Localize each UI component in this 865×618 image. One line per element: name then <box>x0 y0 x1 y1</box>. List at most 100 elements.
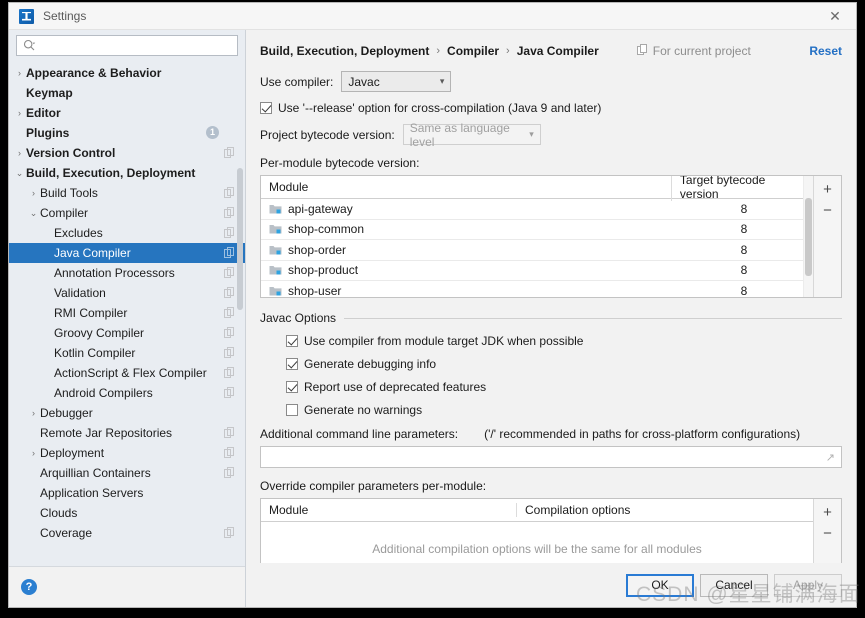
sidebar-scrollbar-thumb[interactable] <box>237 168 243 310</box>
use-compiler-select[interactable]: Javac ▾ <box>341 71 452 92</box>
sidebar-item-arquillian-containers[interactable]: Arquillian Containers <box>9 463 245 483</box>
add-module-button[interactable]: + <box>817 179 839 200</box>
table-row[interactable]: shop-user 8 <box>261 281 803 297</box>
table-row[interactable]: shop-product 8 <box>261 261 803 281</box>
project-bytecode-select[interactable]: Same as language level ▾ <box>402 121 541 149</box>
chevron-right-icon[interactable]: › <box>27 408 40 418</box>
sidebar-item-label: Compiler <box>40 206 89 220</box>
javac-option-row[interactable]: Use compiler from module target JDK when… <box>286 334 842 348</box>
chevron-right-icon[interactable]: › <box>13 148 26 158</box>
breadcrumb-item-1[interactable]: Compiler <box>447 44 499 58</box>
release-option-row[interactable]: Use '--release' option for cross-compila… <box>260 101 842 115</box>
copy-icon <box>636 44 648 58</box>
sidebar-item-validation[interactable]: Validation <box>9 283 245 303</box>
javac-option-label: Generate no warnings <box>304 403 423 417</box>
sidebar-item-rmi-compiler[interactable]: RMI Compiler <box>9 303 245 323</box>
sidebar-item-appearance-behavior[interactable]: › Appearance & Behavior <box>9 63 245 83</box>
javac-option-row[interactable]: Generate no warnings <box>286 403 842 417</box>
target-bytecode-cell[interactable]: 8 <box>685 243 803 257</box>
sidebar-item-remote-jar-repositories[interactable]: Remote Jar Repositories <box>9 423 245 443</box>
sidebar-scrollbar[interactable] <box>237 56 244 607</box>
add-override-button[interactable]: + <box>817 502 839 523</box>
chevron-down-icon: ▾ <box>439 76 445 86</box>
module-bytecode-table: Module Target bytecode version api-gatew… <box>260 175 842 298</box>
javac-option-checkbox[interactable] <box>286 381 298 393</box>
sidebar-item-plugins[interactable]: Plugins 1 <box>9 123 245 143</box>
sidebar-item-label: Build Tools <box>40 186 98 200</box>
javac-option-row[interactable]: Generate debugging info <box>286 357 842 371</box>
copy-icon <box>224 347 235 361</box>
sidebar-item-build-tools[interactable]: › Build Tools <box>9 183 245 203</box>
sidebar-item-deployment[interactable]: › Deployment <box>9 443 245 463</box>
column-header-module[interactable]: Module <box>261 503 516 517</box>
remove-module-button[interactable]: − <box>817 200 839 221</box>
sidebar-item-actionscript-flex-compiler[interactable]: ActionScript & Flex Compiler <box>9 363 245 383</box>
javac-option-checkbox[interactable] <box>286 335 298 347</box>
javac-option-row[interactable]: Report use of deprecated features <box>286 380 842 394</box>
sidebar-item-coverage[interactable]: Coverage <box>9 523 245 543</box>
copy-icon <box>224 367 235 381</box>
sidebar-item-clouds[interactable]: Clouds <box>9 503 245 523</box>
column-header-compilation-options[interactable]: Compilation options <box>516 503 813 517</box>
apply-button[interactable]: Apply <box>774 573 842 597</box>
chevron-right-icon[interactable]: › <box>13 108 26 118</box>
screenshot-root: Settings ✕ › Appearance & Behavior Keyma… <box>0 0 865 618</box>
column-header-target[interactable]: Target bytecode version <box>670 176 803 201</box>
dialog-footer: OK Cancel Apply <box>246 563 856 607</box>
additional-params-input[interactable]: ↗ <box>260 446 842 468</box>
module-cell: shop-user <box>261 284 685 297</box>
release-option-checkbox[interactable] <box>260 102 272 114</box>
sidebar-item-build-execution-deployment[interactable]: ⌄ Build, Execution, Deployment <box>9 163 245 183</box>
sidebar-item-groovy-compiler[interactable]: Groovy Compiler <box>9 323 245 343</box>
sidebar-item-label: ActionScript & Flex Compiler <box>54 366 207 380</box>
table-row[interactable]: shop-common 8 <box>261 220 803 240</box>
ok-button[interactable]: OK <box>626 573 694 597</box>
reset-link[interactable]: Reset <box>809 44 842 58</box>
sidebar-item-kotlin-compiler[interactable]: Kotlin Compiler <box>9 343 245 363</box>
content-scroll: Build, Execution, Deployment › Compiler … <box>246 30 856 563</box>
target-bytecode-cell[interactable]: 8 <box>685 284 803 297</box>
table-row[interactable]: api-gateway 8 <box>261 199 803 220</box>
expand-icon[interactable]: ↗ <box>826 451 835 464</box>
override-table-empty-message: Additional compilation options will be t… <box>372 542 702 556</box>
sidebar-item-java-compiler[interactable]: Java Compiler <box>9 243 245 263</box>
help-icon[interactable]: ? <box>21 579 37 595</box>
cancel-button[interactable]: Cancel <box>700 573 768 597</box>
sidebar-item-compiler[interactable]: ⌄ Compiler <box>9 203 245 223</box>
chevron-down-icon[interactable]: ⌄ <box>13 168 26 178</box>
sidebar-item-excludes[interactable]: Excludes <box>9 223 245 243</box>
sidebar-item-android-compilers[interactable]: Android Compilers <box>9 383 245 403</box>
chevron-down-icon[interactable]: ⌄ <box>27 208 40 218</box>
module-table-scrollbar[interactable] <box>803 176 813 297</box>
target-bytecode-cell[interactable]: 8 <box>685 202 803 216</box>
table-row[interactable]: shop-order 8 <box>261 240 803 261</box>
search-input[interactable] <box>40 37 224 54</box>
javac-options-header: Javac Options <box>260 311 842 325</box>
module-table-scrollbar-thumb[interactable] <box>805 198 812 276</box>
sidebar-item-debugger[interactable]: › Debugger <box>9 403 245 423</box>
project-bytecode-row: Project bytecode version: Same as langua… <box>260 121 842 149</box>
sidebar-item-editor[interactable]: › Editor <box>9 103 245 123</box>
column-header-module[interactable]: Module <box>261 180 671 194</box>
chevron-right-icon[interactable]: › <box>27 188 40 198</box>
remove-override-button[interactable]: − <box>817 523 839 544</box>
target-bytecode-cell[interactable]: 8 <box>685 263 803 277</box>
sidebar-item-version-control[interactable]: › Version Control <box>9 143 245 163</box>
javac-option-checkbox[interactable] <box>286 404 298 416</box>
close-icon[interactable]: ✕ <box>814 3 856 29</box>
breadcrumb-item-0[interactable]: Build, Execution, Deployment <box>260 44 429 58</box>
sidebar-item-label: Excludes <box>54 226 103 240</box>
sidebar-item-annotation-processors[interactable]: Annotation Processors <box>9 263 245 283</box>
copy-icon <box>224 447 235 461</box>
sidebar-item-keymap[interactable]: Keymap <box>9 83 245 103</box>
chevron-right-icon[interactable]: › <box>13 68 26 78</box>
target-bytecode-cell[interactable]: 8 <box>685 222 803 236</box>
copy-icon <box>224 147 235 161</box>
sidebar-item-label: Remote Jar Repositories <box>40 426 173 440</box>
sidebar-item-application-servers[interactable]: Application Servers <box>9 483 245 503</box>
sidebar-item-label: Coverage <box>40 526 93 540</box>
title-bar: Settings ✕ <box>9 3 856 30</box>
search-box[interactable] <box>16 35 238 56</box>
chevron-right-icon[interactable]: › <box>27 448 40 458</box>
javac-option-checkbox[interactable] <box>286 358 298 370</box>
